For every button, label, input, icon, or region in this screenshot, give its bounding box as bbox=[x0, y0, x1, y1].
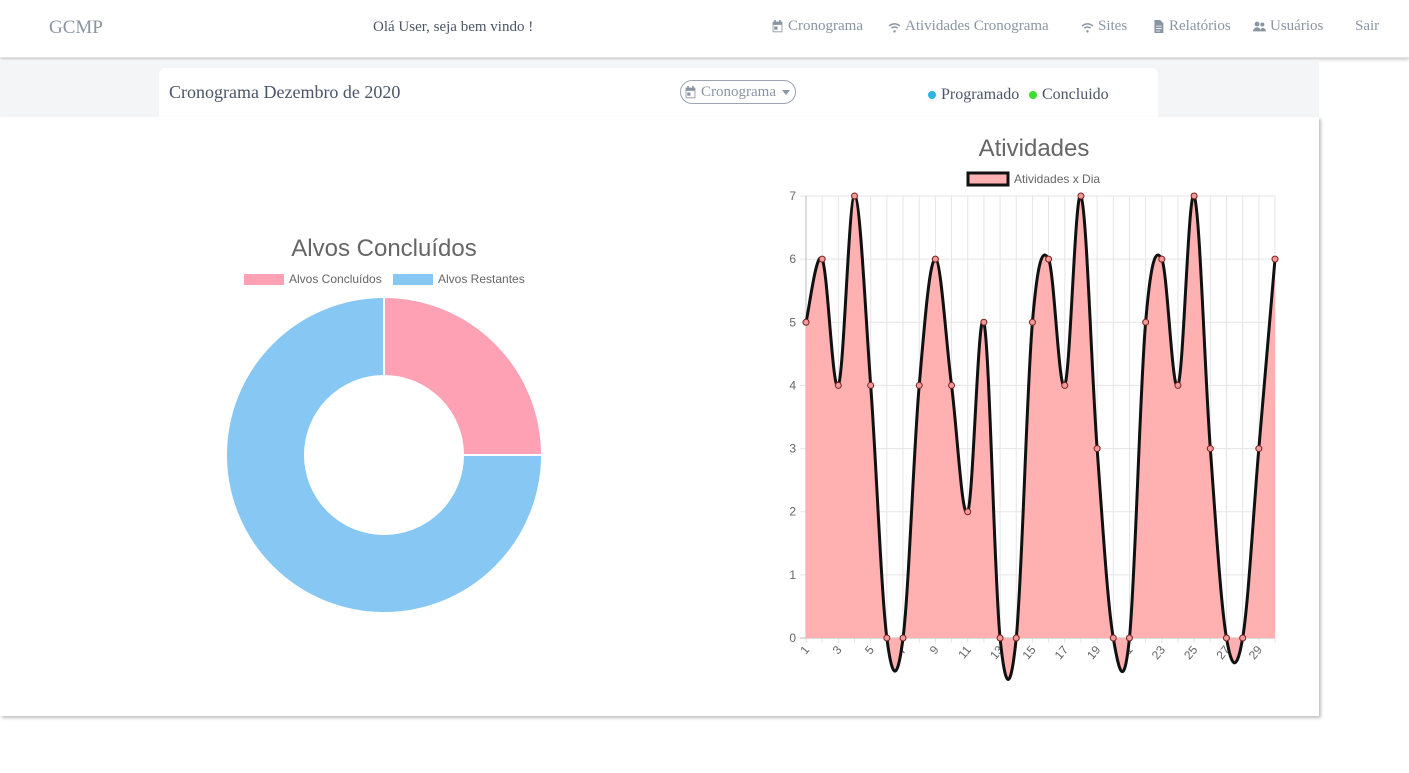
y-tick-label: 5 bbox=[789, 315, 796, 329]
nav-label: Usuários bbox=[1270, 18, 1324, 34]
x-tick-label: 19 bbox=[1084, 643, 1104, 662]
legend-dot bbox=[928, 91, 936, 99]
x-tick-label: 29 bbox=[1246, 643, 1266, 662]
nav-cronograma[interactable]: Cronograma bbox=[771, 18, 863, 35]
legend-dot bbox=[1029, 91, 1037, 99]
y-tick-label: 4 bbox=[789, 378, 796, 392]
y-tick-label: 7 bbox=[789, 189, 796, 203]
legend-label-atividades[interactable]: Atividades x Dia bbox=[1014, 172, 1100, 186]
nav-atividades-cronograma[interactable]: Atividades Cronograma bbox=[888, 18, 1049, 35]
data-point-day-10[interactable] bbox=[948, 381, 956, 389]
data-point-day-18[interactable] bbox=[1077, 192, 1085, 200]
data-point-day-17[interactable] bbox=[1061, 381, 1069, 389]
page-title: Cronograma Dezembro de 2020 bbox=[169, 82, 401, 102]
doughnut-chart: Alvos Concluídos Alvos Concluídos Alvos … bbox=[225, 235, 544, 614]
data-point-day-23[interactable] bbox=[1158, 255, 1166, 263]
data-point-day-22[interactable] bbox=[1142, 318, 1150, 326]
data-point-day-28[interactable] bbox=[1239, 634, 1247, 642]
data-point-day-27[interactable] bbox=[1222, 634, 1230, 642]
y-tick-label: 0 bbox=[789, 631, 796, 645]
nav-relatorios[interactable]: Relatórios bbox=[1152, 18, 1231, 35]
nav-sites[interactable]: Sites bbox=[1081, 18, 1127, 35]
cronograma-dropdown[interactable]: Cronograma bbox=[680, 80, 796, 104]
nav-label: Cronograma bbox=[788, 18, 863, 34]
x-tick-label: 1 bbox=[797, 643, 812, 657]
data-point-day-16[interactable] bbox=[1045, 255, 1053, 263]
legend-swatch-concluidos bbox=[244, 274, 284, 285]
dropdown-label: Cronograma bbox=[701, 83, 776, 100]
legend-swatch-restantes bbox=[393, 274, 433, 285]
data-point-day-4[interactable] bbox=[851, 192, 859, 200]
schedule-header: Cronograma Dezembro de 2020 Cronograma P… bbox=[159, 68, 1158, 117]
y-tick-label: 6 bbox=[789, 252, 796, 266]
data-point-day-1[interactable] bbox=[802, 318, 810, 326]
data-point-day-30[interactable] bbox=[1271, 255, 1279, 263]
x-tick-label: 5 bbox=[862, 643, 877, 657]
data-point-day-6[interactable] bbox=[883, 634, 891, 642]
welcome-message: Olá User, seja bem vindo ! bbox=[373, 19, 534, 35]
data-point-day-9[interactable] bbox=[931, 255, 939, 263]
data-point-day-13[interactable] bbox=[996, 634, 1004, 642]
top-navbar: GCMP Olá User, seja bem vindo ! Cronogra… bbox=[0, 0, 1409, 58]
data-point-day-8[interactable] bbox=[915, 381, 923, 389]
doughnut-slice-concluidos[interactable] bbox=[383, 295, 544, 456]
chevron-down-icon bbox=[781, 89, 790, 95]
x-tick-label: 23 bbox=[1149, 643, 1169, 662]
nav-label: Atividades Cronograma bbox=[905, 18, 1049, 34]
data-point-day-26[interactable] bbox=[1206, 445, 1214, 453]
legend-label: Concluido bbox=[1042, 86, 1109, 103]
charts-canvas: Alvos Concluídos Alvos Concluídos Alvos … bbox=[225, 135, 1279, 681]
nav-usuarios[interactable]: Usuários bbox=[1253, 18, 1323, 35]
x-tick-label: 15 bbox=[1019, 643, 1039, 662]
calendar-icon bbox=[685, 85, 696, 98]
data-point-day-24[interactable] bbox=[1174, 381, 1182, 389]
doughnut-title: Alvos Concluídos bbox=[291, 235, 476, 262]
x-tick-label: 9 bbox=[927, 643, 942, 657]
data-point-day-14[interactable] bbox=[1012, 634, 1020, 642]
charts-panel: Alvos Concluídos Alvos Concluídos Alvos … bbox=[0, 117, 1319, 716]
area-title: Atividades bbox=[979, 135, 1090, 162]
wifi-icon bbox=[1081, 23, 1094, 33]
users-icon bbox=[1253, 21, 1266, 32]
area-chart: Atividades Atividades x Dia 012345671 3 5 7… bbox=[789, 135, 1279, 681]
y-tick-label: 2 bbox=[789, 505, 796, 519]
data-point-day-20[interactable] bbox=[1109, 634, 1117, 642]
data-point-day-7[interactable] bbox=[899, 634, 907, 642]
data-point-day-3[interactable] bbox=[834, 381, 842, 389]
calendar-icon bbox=[772, 20, 783, 33]
area-fill bbox=[806, 195, 1275, 680]
nav-label: Relatórios bbox=[1169, 18, 1231, 34]
nav-label: Sair bbox=[1355, 18, 1380, 34]
data-point-day-29[interactable] bbox=[1255, 445, 1263, 453]
data-point-day-12[interactable] bbox=[980, 318, 988, 326]
data-point-day-5[interactable] bbox=[867, 381, 875, 389]
brand-logo[interactable]: GCMP bbox=[49, 17, 103, 39]
legend-programado: Programado bbox=[928, 86, 1019, 104]
data-point-day-11[interactable] bbox=[964, 508, 972, 516]
nav-label: Sites bbox=[1098, 18, 1128, 34]
data-point-day-19[interactable] bbox=[1093, 445, 1101, 453]
legend-label-concluidos[interactable]: Alvos Concluídos bbox=[289, 272, 382, 286]
data-point-day-21[interactable] bbox=[1125, 634, 1133, 642]
x-tick-label: 11 bbox=[955, 643, 974, 662]
x-tick-label: 25 bbox=[1181, 643, 1201, 662]
legend-label-restantes[interactable]: Alvos Restantes bbox=[438, 272, 525, 286]
data-point-day-15[interactable] bbox=[1028, 318, 1036, 326]
x-tick-label: 17 bbox=[1052, 643, 1072, 662]
legend-concluido: Concluido bbox=[1029, 86, 1109, 104]
x-tick-label: 3 bbox=[830, 643, 845, 657]
y-tick-label: 1 bbox=[789, 568, 796, 582]
wifi-icon bbox=[888, 23, 901, 33]
document-icon bbox=[1154, 20, 1164, 33]
data-point-day-2[interactable] bbox=[818, 255, 826, 263]
nav-sair[interactable]: Sair bbox=[1355, 18, 1379, 35]
y-tick-label: 3 bbox=[789, 442, 796, 456]
legend-swatch-atividades bbox=[966, 171, 1010, 187]
legend-label: Programado bbox=[941, 86, 1020, 103]
data-point-day-25[interactable] bbox=[1190, 192, 1198, 200]
